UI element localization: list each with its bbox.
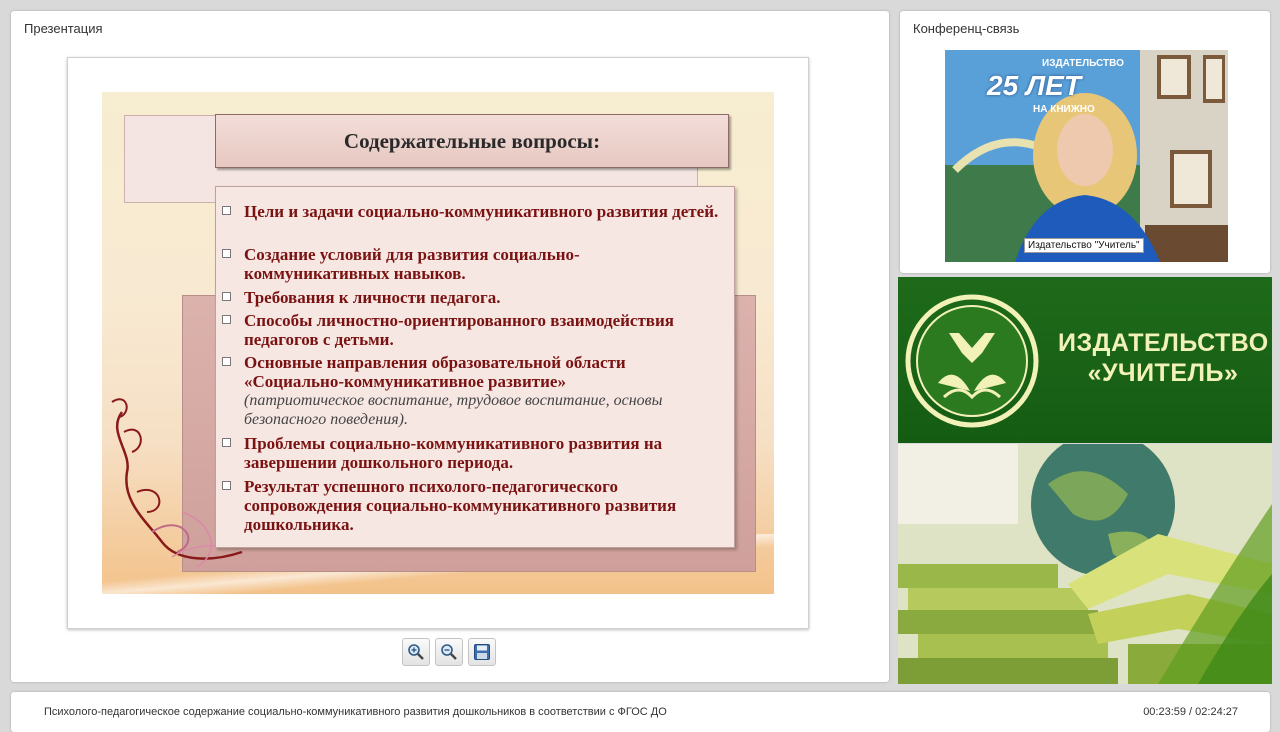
square-bullet-icon — [222, 481, 231, 490]
video-banner-top: ИЗДАТЕЛЬСТВО — [1042, 58, 1124, 69]
slide-item: Основные направления образовательной обл… — [222, 353, 724, 429]
video-participant-label: Издательство "Учитель" — [1024, 238, 1144, 253]
conference-panel: Конференц-связь ИЗДАТЕЛЬСТВО 25 ЛЕТ НА К… — [900, 11, 1270, 273]
slide-content-box: Цели и задачи социально-коммуникативного… — [215, 186, 735, 548]
slide-item-text: Способы личностно-ориентированного взаим… — [244, 311, 674, 349]
square-bullet-icon — [222, 315, 231, 324]
slide-item-text: Результат успешного психолого-педагогиче… — [244, 477, 677, 534]
slide-item-text: Создание условий для развития социально-… — [244, 245, 580, 283]
zoom-in-icon — [408, 644, 424, 660]
square-bullet-icon — [222, 438, 231, 447]
slide-title-box: Содержательные вопросы: — [215, 114, 729, 168]
save-icon — [474, 644, 490, 660]
slide-item-text: Проблемы социально-коммуникативного разв… — [244, 434, 663, 472]
zoom-out-button[interactable] — [435, 638, 463, 666]
video-banner-number: 25 ЛЕТ — [987, 70, 1081, 101]
slide-frame: Содержательные вопросы: Цели и задачи со… — [67, 57, 809, 629]
publisher-logo-icon — [905, 294, 1039, 428]
slide-item-note: (патриотическое воспитание, трудовое вос… — [244, 392, 663, 428]
slide-title: Содержательные вопросы: — [343, 128, 601, 153]
slide-item: Способы личностно-ориентированного взаим… — [222, 311, 724, 349]
presentation-panel-title: Презентация — [24, 21, 103, 36]
slide-item: Проблемы социально-коммуникативного разв… — [222, 434, 724, 472]
books-globe-image — [898, 444, 1272, 684]
presentation-panel: Презентация Содержательные вопросы: Цели… — [11, 11, 889, 682]
zoom-out-icon — [441, 644, 457, 660]
slide-item: Требования к личности педагога. — [222, 288, 724, 307]
publisher-brand-banner: ИЗДАТЕЛЬСТВО «УЧИТЕЛЬ» — [898, 277, 1272, 443]
slide-item-text: Требования к личности педагога. — [244, 288, 501, 307]
books-globe-illustration — [898, 444, 1272, 684]
square-bullet-icon — [222, 357, 231, 366]
video-feed[interactable]: ИЗДАТЕЛЬСТВО 25 ЛЕТ НА КНИЖНО Издательст… — [945, 50, 1228, 262]
footer-bar: Психолого-педагогическое содержание соци… — [11, 692, 1270, 732]
slide-item: Цели и задачи социально-коммуникативного… — [222, 202, 724, 221]
save-button[interactable] — [468, 638, 496, 666]
square-bullet-icon — [222, 206, 231, 215]
slide-item-text: Основные направления образовательной обл… — [244, 353, 626, 391]
slide-item-text: Цели и задачи социально-коммуникативного… — [244, 202, 719, 221]
slide: Содержательные вопросы: Цели и задачи со… — [102, 92, 774, 594]
conference-panel-title: Конференц-связь — [913, 21, 1020, 36]
video-banner-sub: НА КНИЖНО — [1033, 104, 1095, 115]
brand-name-line2: «УЧИТЕЛЬ» — [1087, 359, 1239, 387]
zoom-in-button[interactable] — [402, 638, 430, 666]
brand-name-line1: ИЗДАТЕЛЬСТВО — [1058, 329, 1269, 357]
slide-item: Результат успешного психолого-педагогиче… — [222, 477, 724, 534]
slide-item: Создание условий для развития социально-… — [222, 245, 724, 283]
playback-time: 00:23:59 / 02:24:27 — [1143, 706, 1238, 718]
square-bullet-icon — [222, 249, 231, 258]
square-bullet-icon — [222, 292, 231, 301]
webinar-title: Психолого-педагогическое содержание соци… — [44, 706, 667, 718]
